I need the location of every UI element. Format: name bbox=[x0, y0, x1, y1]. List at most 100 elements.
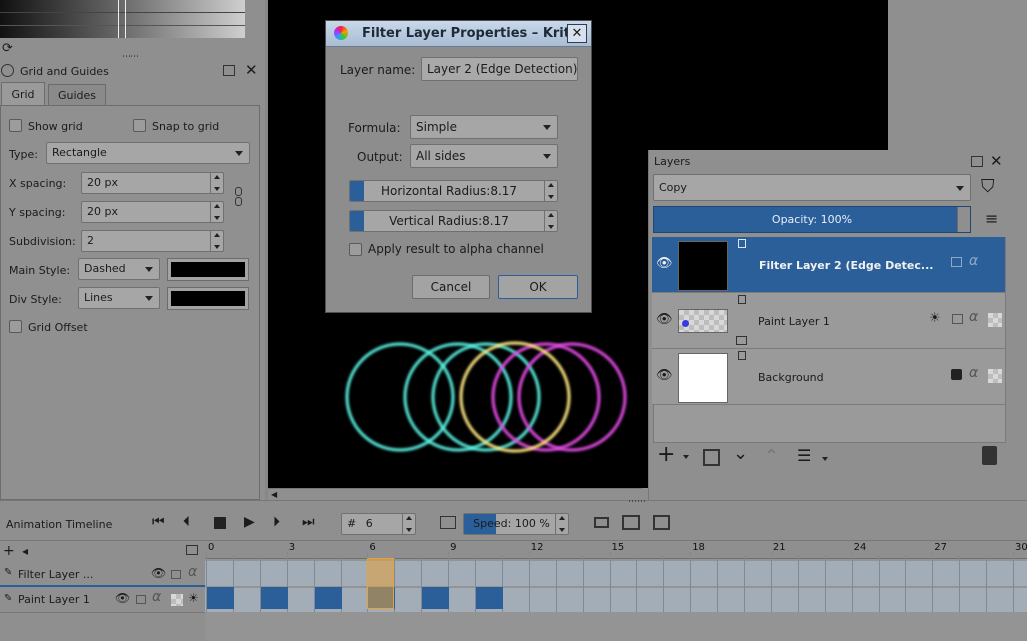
add-layer-icon[interactable]: + bbox=[657, 444, 675, 466]
alpha-lock-icon[interactable]: α bbox=[152, 589, 161, 605]
keyframe[interactable] bbox=[260, 587, 288, 609]
stop-icon[interactable] bbox=[214, 517, 226, 529]
show-grid-checkbox[interactable] bbox=[9, 119, 22, 132]
float-docker-icon[interactable] bbox=[223, 65, 235, 76]
last-frame-icon[interactable]: ⏭ bbox=[302, 514, 315, 530]
alpha-lock-icon[interactable]: α bbox=[969, 309, 978, 325]
layer-row-paint[interactable]: 👁 Paint Layer 1 ☀ α bbox=[652, 293, 1005, 349]
canvas-splitter[interactable] bbox=[265, 0, 268, 500]
add-layer-menu-icon[interactable] bbox=[683, 455, 689, 459]
dialog-titlebar[interactable]: Filter Layer Properties – Krita ✕ bbox=[326, 21, 591, 47]
onion-bulb-icon[interactable]: ☀ bbox=[188, 591, 199, 605]
keyframe[interactable] bbox=[422, 587, 450, 609]
layer-row-background[interactable]: 👁 Background α bbox=[652, 349, 1005, 405]
spin-arrows-icon[interactable] bbox=[544, 181, 557, 201]
inherit-alpha-icon[interactable] bbox=[171, 594, 183, 606]
filter-funnel-icon[interactable]: ⛉ bbox=[981, 176, 995, 197]
zoom-fit-icon[interactable] bbox=[186, 545, 198, 555]
visibility-eye-icon[interactable]: 👁 bbox=[656, 256, 673, 271]
prev-frame-icon[interactable]: ⏴ bbox=[183, 514, 190, 530]
onion-bulb-icon[interactable]: ☀ bbox=[929, 311, 941, 326]
div-color-button[interactable] bbox=[167, 287, 249, 310]
move-up-icon[interactable]: ⌃ bbox=[764, 446, 779, 467]
horizontal-radius-slider[interactable]: Horizontal Radius:8.17 bbox=[349, 180, 558, 202]
alpha-lock-icon[interactable]: α bbox=[188, 564, 197, 580]
spin-arrows-icon[interactable] bbox=[402, 514, 415, 534]
tab-grid[interactable]: Grid bbox=[1, 82, 45, 106]
tab-guides[interactable]: Guides bbox=[48, 84, 106, 106]
grid-offset-checkbox[interactable] bbox=[9, 320, 22, 333]
spin-arrows-icon[interactable] bbox=[210, 173, 223, 193]
visibility-eye-icon[interactable]: 👁 bbox=[151, 566, 166, 580]
close-docker-icon[interactable]: ✕ bbox=[245, 61, 258, 79]
timeline-splitter[interactable]: ⋯⋯ bbox=[0, 497, 1027, 510]
div-style-select[interactable]: Lines bbox=[78, 287, 160, 309]
opacity-slider[interactable]: Opacity: 100% bbox=[653, 206, 971, 233]
refresh-icon[interactable]: ⟳ bbox=[2, 41, 13, 56]
drop-frames-icon[interactable] bbox=[440, 516, 456, 529]
track-row-filter[interactable] bbox=[205, 561, 1027, 586]
delete-layer-icon[interactable] bbox=[982, 446, 997, 465]
drag-handle-icon[interactable]: ⋯⋯ bbox=[628, 497, 646, 507]
subdivision-spinbox[interactable]: 2 bbox=[81, 230, 224, 252]
float-docker-icon[interactable] bbox=[971, 156, 983, 167]
current-frame-spinbox[interactable]: # 6 bbox=[341, 513, 416, 535]
add-track-icon[interactable]: + bbox=[3, 543, 15, 559]
layer-row-filter[interactable]: 👁 Filter Layer 2 (Edge Detec... α bbox=[652, 237, 1005, 293]
onion-skins-icon[interactable] bbox=[594, 517, 609, 528]
inherit-alpha-icon[interactable] bbox=[988, 313, 1002, 327]
opacity-spin[interactable] bbox=[957, 207, 970, 232]
link-spacing-icon[interactable] bbox=[235, 187, 243, 207]
visibility-eye-icon[interactable]: 👁 bbox=[115, 591, 130, 605]
snap-to-grid-checkbox[interactable] bbox=[133, 119, 146, 132]
clone-frames-icon[interactable] bbox=[622, 515, 640, 530]
layer-name-input[interactable]: Layer 2 (Edge Detection) bbox=[421, 57, 578, 81]
y-spacing-spinbox[interactable]: 20 px bbox=[81, 201, 224, 223]
apply-alpha-checkbox[interactable] bbox=[349, 243, 362, 256]
type-select[interactable]: Rectangle bbox=[46, 142, 250, 164]
keyframe[interactable] bbox=[476, 587, 503, 609]
main-color-button[interactable] bbox=[167, 258, 249, 281]
formula-select[interactable]: Simple bbox=[410, 115, 558, 139]
lock-icon[interactable] bbox=[951, 369, 962, 380]
menu-hamburger-icon[interactable]: ≡ bbox=[985, 209, 998, 228]
close-icon[interactable]: ✕ bbox=[567, 24, 587, 43]
properties-menu-icon[interactable] bbox=[822, 457, 828, 461]
spin-arrows-icon[interactable] bbox=[210, 231, 223, 251]
keyframe[interactable] bbox=[207, 587, 234, 609]
layer-properties-icon[interactable]: ☰ bbox=[797, 446, 811, 465]
speed-slider[interactable]: Speed: 100 % bbox=[463, 513, 569, 535]
x-spacing-spinbox[interactable]: 20 px bbox=[81, 172, 224, 194]
visibility-eye-icon[interactable]: 👁 bbox=[656, 312, 673, 327]
inherit-alpha-icon[interactable] bbox=[988, 369, 1002, 383]
lock-icon[interactable] bbox=[171, 570, 181, 579]
track-header-paint[interactable]: ✎ Paint Layer 1 👁 α ☀ bbox=[0, 589, 205, 613]
spin-arrows-icon[interactable] bbox=[210, 202, 223, 222]
keyframe[interactable] bbox=[314, 587, 342, 609]
alpha-lock-icon[interactable]: α bbox=[969, 253, 978, 269]
audio-icon[interactable]: ◂ bbox=[22, 544, 28, 558]
current-frame-marker[interactable] bbox=[367, 558, 395, 609]
duplicate-layer-icon[interactable] bbox=[703, 449, 720, 466]
lock-icon[interactable] bbox=[952, 314, 963, 324]
drag-handle-icon[interactable]: ⋯⋯ bbox=[122, 52, 139, 62]
blend-mode-select[interactable]: Copy bbox=[653, 174, 971, 201]
close-docker-icon[interactable]: ✕ bbox=[990, 152, 1003, 170]
main-style-select[interactable]: Dashed bbox=[78, 258, 160, 280]
scroll-left-icon[interactable]: ◀ bbox=[271, 490, 277, 499]
alpha-lock-icon[interactable]: α bbox=[969, 365, 978, 381]
play-icon[interactable]: ▶ bbox=[244, 514, 255, 530]
ok-button[interactable]: OK bbox=[498, 275, 578, 299]
track-header-filter[interactable]: ✎ Filter Layer ... 👁 α bbox=[0, 563, 205, 587]
first-frame-icon[interactable]: ⏮ bbox=[152, 514, 165, 530]
vertical-radius-slider[interactable]: Vertical Radius:8.17 bbox=[349, 210, 558, 232]
lock-icon[interactable] bbox=[951, 257, 962, 267]
no-clone-icon[interactable] bbox=[653, 515, 670, 530]
spin-arrows-icon[interactable] bbox=[544, 211, 557, 231]
output-select[interactable]: All sides bbox=[410, 144, 558, 168]
move-down-icon[interactable]: ⌄ bbox=[733, 443, 748, 464]
spin-arrows-icon[interactable] bbox=[555, 514, 568, 534]
cancel-button[interactable]: Cancel bbox=[412, 275, 490, 299]
lock-icon[interactable] bbox=[136, 595, 146, 604]
visibility-eye-icon[interactable]: 👁 bbox=[656, 368, 673, 383]
